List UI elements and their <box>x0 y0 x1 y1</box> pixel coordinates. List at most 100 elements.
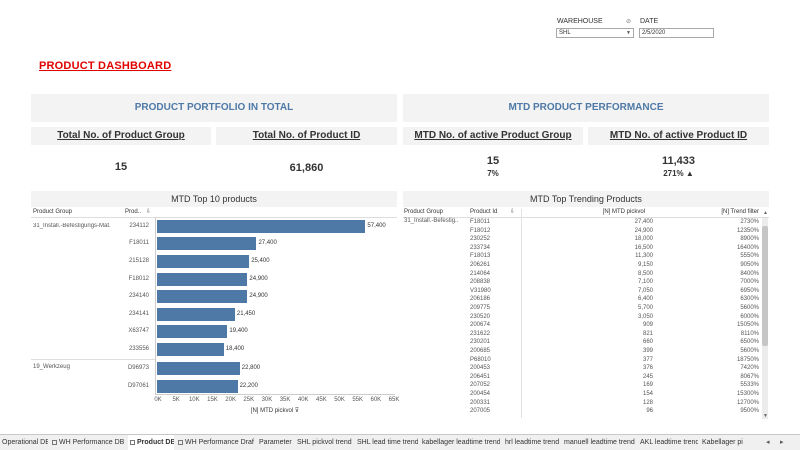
trending-trend: 15050% <box>736 322 759 329</box>
trending-pickvol: 376 <box>642 365 653 372</box>
trending-product-id: 230520 <box>470 313 491 320</box>
tab-scroll-left-icon[interactable]: ◂ <box>766 435 770 450</box>
sheet-tab[interactable]: WH Performance DB <box>50 435 124 450</box>
trending-trend: 6950% <box>740 287 759 294</box>
sheet-tab[interactable]: WH Performance Draft <box>176 435 254 450</box>
trending-pickvol: 7,100 <box>637 279 653 286</box>
sheet-tab[interactable]: Product DB <box>128 435 174 450</box>
trending-trend: 5600% <box>740 305 759 311</box>
trending-product-id: 206451 <box>470 373 491 380</box>
trending-product-id: 207005 <box>470 408 491 415</box>
scroll-up-icon[interactable]: ▲ <box>763 210 768 216</box>
trending-trend: 6000% <box>740 313 759 320</box>
trending-trend: 5600% <box>740 348 759 354</box>
trending-pickvol: 909 <box>642 322 653 329</box>
sheet-tab[interactable]: SHL lead time trend <box>355 435 418 450</box>
dashboard-tab-icon <box>52 439 57 445</box>
sheet-tab[interactable]: Operational DB <box>0 435 48 450</box>
trending-product-id: 206261 <box>470 262 491 268</box>
trending-pickvol: 7,050 <box>637 287 653 294</box>
trending-pickvol: 24,900 <box>634 227 653 234</box>
dashboard-tab-icon <box>130 439 135 445</box>
trending-product-id: P68010 <box>470 356 491 363</box>
dashboard-root: WAREHOUSE ⊘ SHL ▼ DATE 2/5/2020 PRODUCT … <box>0 0 800 450</box>
sheet-tab[interactable]: Kabellager pi <box>700 435 762 450</box>
trending-trend: 8110% <box>740 330 759 337</box>
trending-product-id: 231622 <box>470 330 491 337</box>
trending-product-id: 200685 <box>470 348 491 354</box>
sheet-tab-label: Operational DB <box>2 439 48 446</box>
trending-pickvol: 5,700 <box>637 305 653 311</box>
sheet-tab-label: Product DB <box>137 439 174 446</box>
trending-product-id: 230252 <box>470 236 491 243</box>
trending-pickvol: 821 <box>642 330 653 337</box>
trending-trend: 2730% <box>740 219 759 225</box>
trending-pickvol: 11,300 <box>635 253 653 260</box>
trending-product-id: 200453 <box>470 365 491 372</box>
trending-product-id: F18013 <box>470 253 491 260</box>
trending-pickvol: 660 <box>642 339 653 346</box>
trending-product-id: 233734 <box>470 244 491 251</box>
trending-pickvol: 245 <box>642 373 653 380</box>
sheet-tab-label: SHL lead time trend <box>357 439 418 446</box>
trending-trend: 5533% <box>740 382 759 389</box>
trending-pickvol: 154 <box>642 391 653 397</box>
trending-trend: 18750% <box>736 356 759 363</box>
trending-pickvol: 6,400 <box>637 296 653 303</box>
trending-pickvol: 377 <box>642 356 653 363</box>
trending-pickvol: 8,500 <box>637 270 653 277</box>
scroll-down-icon[interactable]: ▼ <box>763 413 768 419</box>
trending-product-id: 206186 <box>470 296 491 303</box>
sheet-tab[interactable]: AKL leadtime trend <box>638 435 698 450</box>
sheet-tab[interactable]: kabellager leadtime trend <box>420 435 500 450</box>
sheet-tab[interactable]: Parameter <box>257 435 293 450</box>
trending-product-id: F18011 <box>470 219 490 225</box>
trending-trend: 8400% <box>740 270 759 277</box>
sheet-tab[interactable]: manuell leadtime trend <box>562 435 636 450</box>
trending-scrollbar[interactable] <box>762 218 768 419</box>
sheet-tab-label: Parameter <box>259 439 292 446</box>
trending-pickvol: 16,500 <box>634 244 653 251</box>
trending-product-id: 214064 <box>470 270 491 277</box>
sheet-tab-label: manuell leadtime trend <box>564 439 635 446</box>
trending-pickvol: 169 <box>642 382 653 389</box>
trending-pickvol: 3,050 <box>637 313 653 320</box>
trending-product-id: F18012 <box>470 227 491 234</box>
dashboard-tab-icon <box>178 439 183 445</box>
trending-trend: 6300% <box>740 296 759 303</box>
trending-product-id: 207052 <box>470 382 491 389</box>
trending-product-id: 200674 <box>470 322 491 329</box>
trending-pickvol: 18,000 <box>634 236 653 243</box>
trending-product-id: 200331 <box>470 399 491 406</box>
trending-pickvol: 96 <box>646 408 653 415</box>
sheet-tab-label: Kabellager pi <box>702 439 743 446</box>
trending-trend: 5550% <box>740 253 759 260</box>
sheet-tab-bar: Operational DB WH Performance DB Product D… <box>0 434 800 450</box>
trending-pickvol: 128 <box>642 399 653 406</box>
trending-product-id: 230201 <box>470 339 491 346</box>
trending-trend: 6500% <box>740 339 759 346</box>
trending-trend: 8067% <box>740 373 759 380</box>
trending-trend: 8900% <box>740 236 759 243</box>
trending-pickvol: 9,150 <box>637 262 653 268</box>
trending-pickvol: 399 <box>642 348 653 354</box>
tab-scroll-right-icon[interactable]: ▸ <box>780 435 784 450</box>
sheet-tab-label: AKL leadtime trend <box>640 439 698 446</box>
sheet-tab[interactable]: hrl leadtime trend <box>503 435 560 450</box>
trending-product-id: 209775 <box>470 305 491 311</box>
trending-product-id: 200454 <box>470 391 491 397</box>
trending-trend: 12350% <box>736 227 759 234</box>
trending-trend: 9050% <box>740 262 759 268</box>
sheet-tab[interactable]: SHL pickvol trend <box>295 435 353 450</box>
trending-table-body: F18011 27,400 2730% F18012 24,900 12350% 23025… <box>0 0 800 450</box>
trending-trend: 7000% <box>740 279 759 286</box>
trending-trend: 12700% <box>736 399 759 406</box>
trending-trend: 16400% <box>736 244 759 251</box>
sheet-tab-label: WH Performance DB <box>59 439 124 446</box>
trending-scrollbar-thumb[interactable] <box>762 226 768 346</box>
trending-trend: 15300% <box>736 391 759 397</box>
sheet-tab-label: hrl leadtime trend <box>505 439 560 446</box>
trending-trend: 7420% <box>740 365 759 372</box>
sheet-tab-label: WH Performance Draft <box>185 439 254 446</box>
sheet-tab-label: kabellager leadtime trend <box>422 439 500 446</box>
